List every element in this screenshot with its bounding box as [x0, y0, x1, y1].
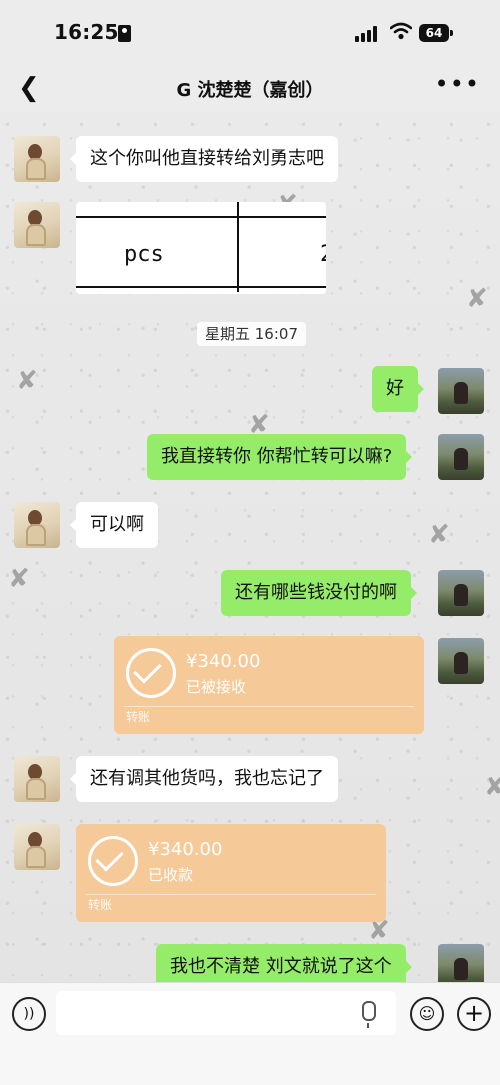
transfer-label: 转账: [126, 710, 151, 724]
message-bubble-outgoing[interactable]: 我直接转你 你帮忙转可以嘛?: [147, 434, 413, 480]
chat-area[interactable]: ✘ ✘ ✘ ✘ ✘ ✘ ✘ ✘ 这个你叫他直接转给刘勇志吧 pcs 2 星期五 …: [0, 112, 500, 982]
avatar[interactable]: [14, 136, 60, 182]
transfer-amount: ¥340.00: [148, 839, 223, 860]
ellipsis-icon[interactable]: •••: [435, 70, 480, 98]
chat-header: ❮ G 沈楚楚（嘉创） •••: [0, 66, 500, 112]
message-bubble-incoming[interactable]: 这个你叫他直接转给刘勇志吧: [70, 136, 338, 182]
chat-title: G 沈楚楚（嘉创）: [176, 80, 324, 101]
avatar[interactable]: [14, 756, 60, 802]
transfer-amount: ¥340.00: [186, 651, 261, 672]
avatar[interactable]: [438, 944, 484, 982]
message-input[interactable]: [56, 991, 396, 1035]
transfer-card-outgoing[interactable]: ¥340.00 已被接收 转账: [114, 636, 424, 734]
id-card-icon: [118, 25, 131, 42]
voice-icon[interactable]: )): [12, 997, 46, 1031]
battery-indicator: 64: [419, 24, 453, 42]
input-bar: )) ☺ +: [0, 982, 500, 1085]
image-cell-text: 2: [320, 242, 326, 267]
avatar[interactable]: [14, 202, 60, 248]
transfer-label: 转账: [88, 898, 113, 912]
bow-icon: ✘: [16, 366, 38, 396]
message-bubble-outgoing[interactable]: 我也不清楚 刘文就说了这个: [156, 944, 412, 982]
avatar[interactable]: [14, 824, 60, 870]
image-cell-text: pcs: [124, 242, 164, 267]
message-bubble-incoming[interactable]: 可以啊: [70, 502, 158, 548]
signal-icon: [355, 26, 381, 42]
check-circle-icon: [126, 648, 176, 698]
bow-icon: ✘: [8, 564, 30, 594]
bow-icon: ✘: [428, 520, 450, 550]
message-bubble-outgoing[interactable]: 还有哪些钱没付的啊: [221, 570, 417, 616]
wifi-icon: [390, 22, 412, 40]
plus-icon[interactable]: +: [457, 997, 491, 1031]
chat-timestamp: 星期五 16:07: [197, 322, 306, 346]
bow-icon: ✘: [484, 772, 500, 802]
avatar[interactable]: [438, 368, 484, 414]
message-bubble-incoming[interactable]: 还有调其他货吗，我也忘记了: [70, 756, 338, 802]
mic-icon[interactable]: [362, 1001, 376, 1028]
transfer-status: 已收款: [148, 866, 194, 884]
avatar[interactable]: [14, 502, 60, 548]
status-time: 16:25: [54, 20, 119, 44]
transfer-card-incoming[interactable]: ¥340.00 已收款 转账: [76, 824, 386, 922]
emoji-icon[interactable]: ☺: [410, 997, 444, 1031]
avatar[interactable]: [438, 570, 484, 616]
bow-icon: ✘: [466, 284, 488, 314]
transfer-status: 已被接收: [186, 678, 247, 696]
avatar[interactable]: [438, 638, 484, 684]
check-circle-icon: [88, 836, 138, 886]
message-bubble-outgoing[interactable]: 好: [372, 366, 424, 412]
avatar[interactable]: [438, 434, 484, 480]
status-bar: 16:25 64: [0, 0, 500, 66]
image-message[interactable]: pcs 2: [76, 202, 326, 294]
